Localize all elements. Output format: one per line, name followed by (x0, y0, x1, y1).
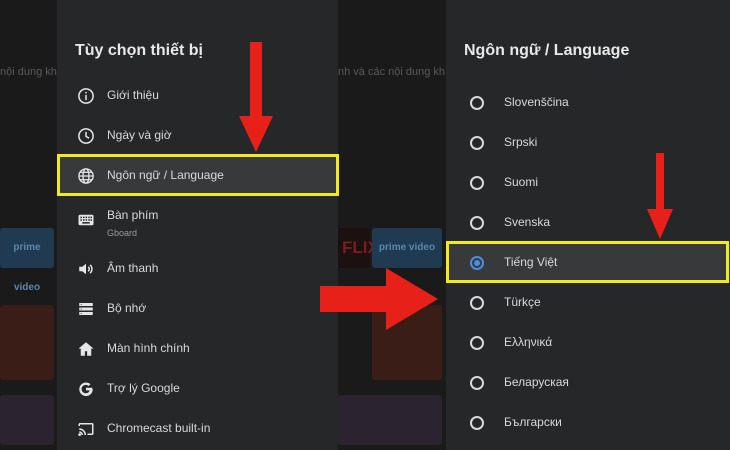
radio-button[interactable] (470, 176, 484, 190)
language-panel: Ngôn ngữ / Language Slovenščina Srpski S… (446, 0, 730, 450)
language-option-label: Suomi (504, 175, 539, 189)
cast-icon (77, 420, 95, 438)
arrow-down-icon (647, 153, 673, 239)
menu-item-date-time[interactable]: Ngày và giờ (57, 116, 338, 156)
prime-video-tile: prime video (372, 228, 442, 268)
radio-button[interactable] (470, 376, 484, 390)
language-option-label: Slovenščina (504, 95, 569, 109)
menu-item-label: Âm thanh (107, 261, 159, 275)
background-text: nội dung kh (0, 66, 57, 78)
radio-button[interactable] (470, 216, 484, 230)
menu-item-label: Màn hình chính (107, 341, 190, 355)
language-option-label: Беларуская (504, 375, 569, 389)
menu-item-label: Bàn phím (107, 208, 159, 222)
language-option-label: Tiếng Việt (504, 255, 558, 269)
background-text: nh và các nội dung kh (338, 66, 446, 78)
info-icon (77, 87, 95, 105)
menu-item-label: Chromecast built-in (107, 421, 211, 435)
globe-icon (77, 167, 95, 185)
language-option-belarusian[interactable]: Беларуская (446, 363, 730, 403)
menu-item-label: Bộ nhớ (107, 301, 147, 315)
speaker-icon (77, 260, 95, 278)
language-option-turkce[interactable]: Türkçe (446, 283, 730, 323)
language-option-srpski[interactable]: Srpski (446, 123, 730, 163)
menu-item-home-screen[interactable]: Màn hình chính (57, 329, 338, 369)
radio-button[interactable] (470, 336, 484, 350)
home-icon (77, 340, 95, 358)
menu-item-google-assistant[interactable]: Trợ lý Google (57, 369, 338, 409)
language-option-label: Svenska (504, 215, 551, 229)
radio-button[interactable] (470, 416, 484, 430)
language-option-suomi[interactable]: Suomi (446, 163, 730, 203)
google-icon (77, 380, 95, 398)
radio-button-selected[interactable] (470, 256, 484, 270)
language-option-greek[interactable]: Ελληνικά (446, 323, 730, 363)
background-home-left: nội dung kh prime video (0, 0, 57, 450)
menu-item-label: Trợ lý Google (107, 381, 180, 395)
language-option-label: Български (504, 415, 562, 429)
poster-tile (338, 395, 442, 445)
storage-icon (77, 300, 95, 318)
panel-title: Ngôn ngữ / Language (464, 42, 630, 59)
language-option-slovenscina[interactable]: Slovenščina (446, 83, 730, 123)
menu-item-sound[interactable]: Âm thanh (57, 249, 338, 289)
netflix-tile: FLIX (338, 228, 379, 268)
background-home-right: nh và các nội dung kh FLIX prime video (338, 0, 446, 450)
radio-button[interactable] (470, 136, 484, 150)
language-option-label: Srpski (504, 135, 538, 149)
menu-item-language[interactable]: Ngôn ngữ / Language (57, 156, 338, 196)
screenshot-composite: nội dung kh prime video nh và các nội du… (0, 0, 730, 450)
poster-tile (0, 305, 54, 380)
clock-icon (77, 127, 95, 145)
menu-item-label: Giới thiệu (107, 88, 159, 102)
panel-title: Tùy chọn thiết bị (75, 42, 203, 59)
language-option-label: Türkçe (504, 295, 541, 309)
keyboard-icon (77, 211, 95, 229)
language-option-tieng-viet[interactable]: Tiếng Việt (446, 243, 730, 283)
menu-item-keyboard[interactable]: Bàn phím Gboard (57, 200, 338, 240)
arrow-down-icon (239, 42, 273, 152)
menu-item-sublabel: Gboard (107, 228, 138, 238)
radio-button[interactable] (470, 96, 484, 110)
language-option-bulgarian[interactable]: Български (446, 403, 730, 443)
arrow-right-icon (320, 268, 438, 330)
menu-item-storage[interactable]: Bộ nhớ (57, 289, 338, 329)
language-option-svenska[interactable]: Svenska (446, 203, 730, 243)
menu-item-chromecast[interactable]: Chromecast built-in (57, 409, 338, 449)
poster-tile (0, 395, 54, 445)
radio-button[interactable] (470, 296, 484, 310)
prime-video-tile: prime video (0, 228, 54, 293)
menu-item-label: Ngày và giờ (107, 128, 172, 142)
menu-item-about[interactable]: Giới thiệu (57, 76, 338, 116)
device-preferences-panel: Tùy chọn thiết bị Giới thiệu Ngày và giờ… (57, 0, 339, 450)
menu-item-label: Ngôn ngữ / Language (107, 168, 224, 182)
language-option-label: Ελληνικά (504, 335, 553, 349)
